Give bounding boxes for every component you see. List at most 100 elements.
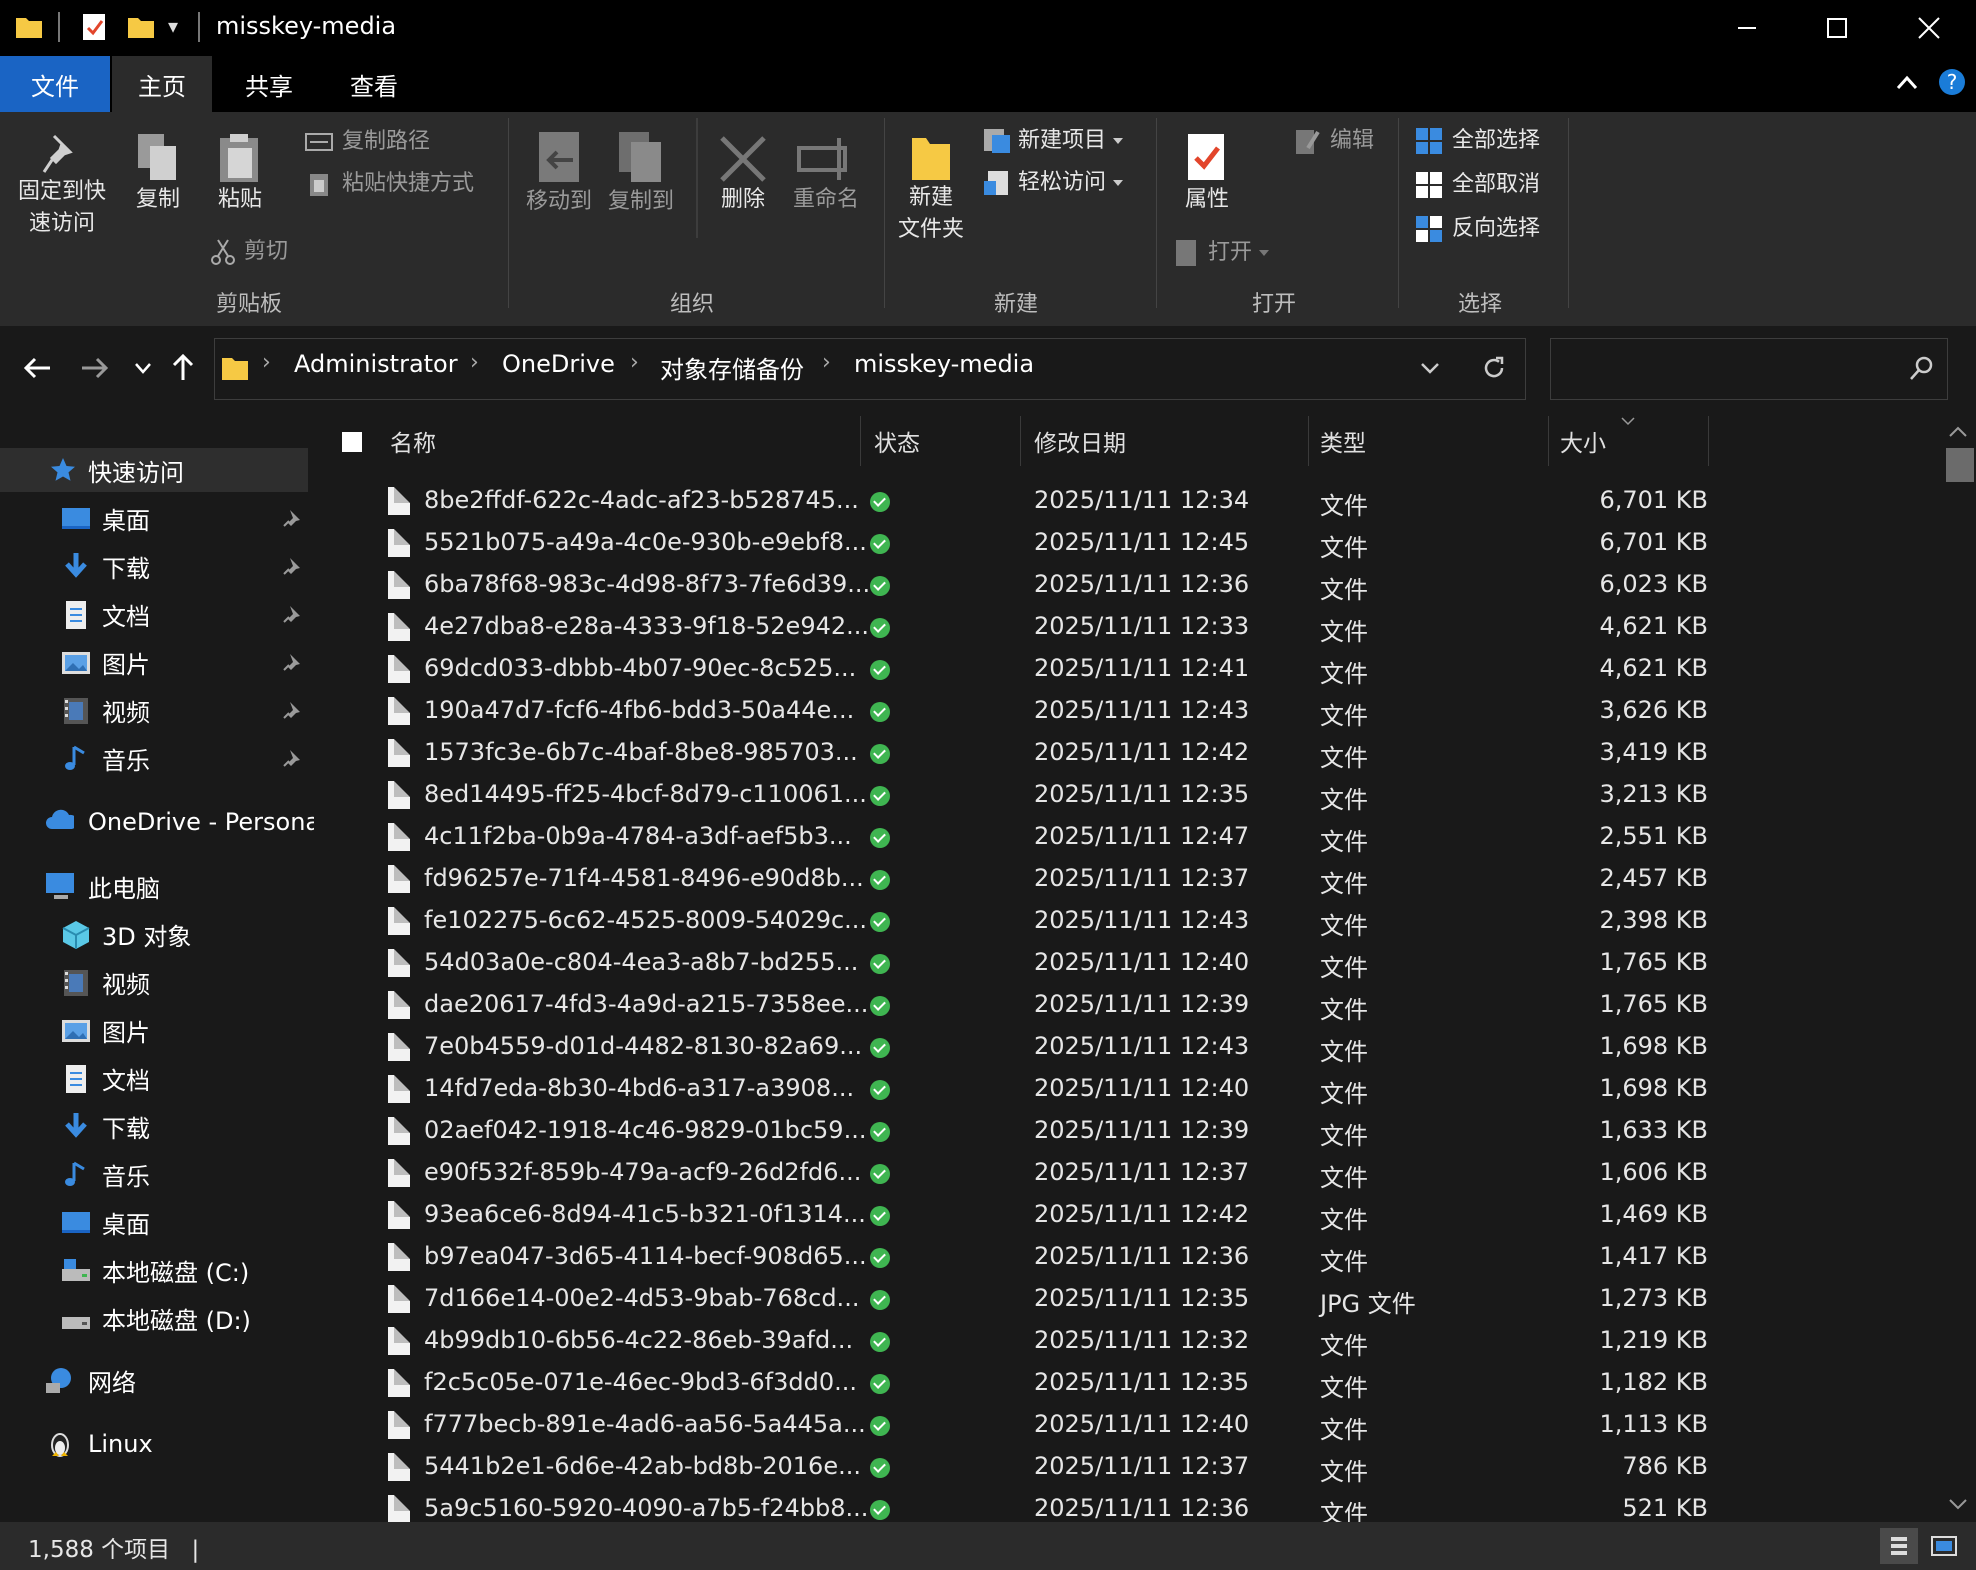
file-row[interactable]: 6ba78f68-983c-4d98-8f73-7fe6d39... 2025/1… <box>314 564 1934 606</box>
column-divider[interactable] <box>1548 416 1549 466</box>
breadcrumb-onedrive[interactable]: OneDrive <box>502 350 615 378</box>
sidebar-item-drive-c[interactable]: 本地磁盘 (C:) <box>0 1248 312 1292</box>
column-divider[interactable] <box>860 416 861 466</box>
file-row[interactable]: 4b99db10-6b56-4c22-86eb-39afd... 2025/11/… <box>314 1320 1934 1362</box>
file-row[interactable]: 7d166e14-00e2-4d53-9bab-768cd... 2025/11/… <box>314 1278 1934 1320</box>
file-row[interactable]: fe102275-6c62-4525-8009-54029c... 2025/11… <box>314 900 1934 942</box>
pin-icon[interactable] <box>282 700 302 720</box>
large-icons-view-button[interactable] <box>1924 1528 1964 1564</box>
recent-locations-icon[interactable] <box>134 362 152 374</box>
quick-access-dropdown[interactable]: ▾ <box>168 14 178 38</box>
breadcrumb-separator[interactable]: › <box>262 350 271 375</box>
select-none-button[interactable]: 全部取消 <box>1414 168 1540 202</box>
sidebar-item-video[interactable]: 视频 <box>0 960 312 1004</box>
up-arrow-icon[interactable] <box>170 352 196 382</box>
scroll-up-arrow-icon[interactable] <box>1948 424 1968 438</box>
file-row[interactable]: dae20617-4fd3-4a9d-a215-7358ee... 2025/11… <box>314 984 1934 1026</box>
column-header-status[interactable]: 状态 <box>874 416 1014 466</box>
cut-button[interactable]: 剪切 <box>210 236 288 268</box>
forward-arrow-icon[interactable] <box>80 356 110 380</box>
file-row[interactable]: e90f532f-859b-479a-acf9-26d2fd6... 2025/1… <box>314 1152 1934 1194</box>
file-row[interactable]: 5441b2e1-6d6e-42ab-bd8b-2016e... 2025/11/… <box>314 1446 1934 1488</box>
search-icon[interactable] <box>1908 354 1936 382</box>
paste-shortcut-button[interactable]: 粘贴快捷方式 <box>304 168 474 200</box>
column-divider[interactable] <box>1020 416 1021 466</box>
column-header-modified[interactable]: 修改日期 <box>1034 416 1304 466</box>
back-arrow-icon[interactable] <box>22 356 52 380</box>
delete-button[interactable]: 删除 <box>708 126 778 256</box>
sidebar-item-linux[interactable]: Linux <box>0 1422 312 1466</box>
sidebar-item-video[interactable]: 视频 <box>0 688 312 732</box>
file-row[interactable]: 8ed14495-ff25-4bcf-8d79-c110061... 2025/1… <box>314 774 1934 816</box>
sidebar-item-drive-d[interactable]: 本地磁盘 (D:) <box>0 1296 312 1340</box>
sidebar-item-picture[interactable]: 图片 <box>0 640 312 684</box>
maximize-button[interactable] <box>1802 6 1872 50</box>
sidebar-item-document[interactable]: 文档 <box>0 1056 312 1100</box>
breadcrumb-administrator[interactable]: Administrator <box>294 350 458 378</box>
file-row[interactable]: 5a9c5160-5920-4090-a7b5-f24bb8... 2025/11… <box>314 1488 1934 1522</box>
file-row[interactable]: 8be2ffdf-622c-4adc-af23-b528745... 2025/1… <box>314 480 1934 522</box>
breadcrumb-current-folder[interactable]: misskey-media <box>854 350 1034 378</box>
search-input[interactable] <box>1550 338 1948 400</box>
scroll-down-arrow-icon[interactable] <box>1948 1498 1968 1512</box>
pin-icon[interactable] <box>282 652 302 672</box>
file-row[interactable]: f2c5c05e-071e-46ec-9bd3-6f3dd0... 2025/11… <box>314 1362 1934 1404</box>
sidebar-item-desktop[interactable]: 桌面 <box>0 496 312 540</box>
help-icon[interactable]: ? <box>1938 68 1966 96</box>
column-divider[interactable] <box>1308 416 1309 466</box>
pin-icon[interactable] <box>282 508 302 528</box>
tab-file[interactable]: 文件 <box>0 56 110 112</box>
new-folder-button[interactable]: 新建 文件夹 <box>888 126 974 266</box>
sidebar-item-picture[interactable]: 图片 <box>0 1008 312 1052</box>
column-divider[interactable] <box>1708 416 1709 466</box>
breadcrumb-separator[interactable]: › <box>630 350 639 375</box>
breadcrumb-separator[interactable]: › <box>470 350 479 375</box>
rename-button[interactable]: 重命名 <box>786 126 866 256</box>
file-row[interactable]: 4e27dba8-e28a-4333-9f18-52e942... 2025/11… <box>314 606 1934 648</box>
sidebar-item-document[interactable]: 文档 <box>0 592 312 636</box>
sidebar-item-desktop[interactable]: 桌面 <box>0 1200 312 1244</box>
copy-button[interactable]: 复制 <box>124 126 192 236</box>
scrollbar-thumb[interactable] <box>1946 448 1974 482</box>
tab-share[interactable]: 共享 <box>214 56 324 112</box>
copy-path-button[interactable]: 复制路径 <box>304 126 430 158</box>
paste-button[interactable]: 粘贴 <box>206 126 274 236</box>
sidebar-item-this-pc[interactable]: 此电脑 <box>0 864 312 908</box>
pin-icon[interactable] <box>282 748 302 768</box>
pin-to-quick-access-button[interactable]: 固定到快 速访问 <box>10 126 114 266</box>
file-row[interactable]: 4c11f2ba-0b9a-4784-a3df-aef5b3... 2025/11… <box>314 816 1934 858</box>
refresh-icon[interactable] <box>1480 354 1508 382</box>
minimize-button[interactable] <box>1712 6 1782 50</box>
breadcrumb-storage-backup[interactable]: 对象存储备份 <box>660 350 804 385</box>
sidebar-item-music[interactable]: 音乐 <box>0 1152 312 1196</box>
file-row[interactable]: 93ea6ce6-8d94-41c5-b321-0f1314... 2025/11… <box>314 1194 1934 1236</box>
file-row[interactable]: 69dcd033-dbbb-4b07-90ec-8c525... 2025/11/… <box>314 648 1934 690</box>
sidebar-item-music[interactable]: 音乐 <box>0 736 312 780</box>
copy-to-button[interactable]: 复制到 <box>602 126 680 256</box>
select-all-button[interactable]: 全部选择 <box>1414 124 1540 158</box>
open-button[interactable]: 打开 <box>1174 236 1270 270</box>
file-row[interactable]: 5521b075-a49a-4c0e-930b-e9ebf8... 2025/11… <box>314 522 1934 564</box>
sidebar-item-quick-access[interactable]: 快速访问 <box>0 448 312 492</box>
move-to-button[interactable]: 移动到 <box>520 126 598 256</box>
file-row[interactable]: fd96257e-71f4-4581-8496-e90d8b... 2025/11… <box>314 858 1934 900</box>
close-button[interactable] <box>1894 6 1964 50</box>
column-header-type[interactable]: 类型 <box>1320 416 1540 466</box>
sidebar-item-onedrive[interactable]: OneDrive - Persona <box>0 800 320 844</box>
collapse-ribbon-icon[interactable] <box>1896 72 1918 92</box>
breadcrumb-separator[interactable]: › <box>822 350 831 375</box>
tab-view[interactable]: 查看 <box>324 56 424 112</box>
edit-button[interactable]: 编辑 <box>1294 124 1374 158</box>
file-row[interactable]: 14fd7eda-8b30-4bd6-a317-a3908... 2025/11/… <box>314 1068 1934 1110</box>
column-header-name[interactable]: 名称 <box>390 416 860 466</box>
file-row[interactable]: b97ea047-3d65-4114-becf-908d65... 2025/11… <box>314 1236 1934 1278</box>
folder-icon[interactable] <box>14 12 44 42</box>
file-row[interactable]: f777becb-891e-4ad6-aa56-5a445a... 2025/11… <box>314 1404 1934 1446</box>
sidebar-item-3d-objects[interactable]: 3D 对象 <box>0 912 312 956</box>
tab-home[interactable]: 主页 <box>112 56 212 112</box>
file-row[interactable]: 54d03a0e-c804-4ea3-a8b7-bd255... 2025/11/… <box>314 942 1934 984</box>
file-row[interactable]: 1573fc3e-6b7c-4baf-8be8-985703... 2025/11… <box>314 732 1934 774</box>
details-view-button[interactable] <box>1880 1528 1918 1564</box>
file-row[interactable]: 190a47d7-fcf6-4fb6-bdd3-50a44e... 2025/11… <box>314 690 1934 732</box>
new-item-button[interactable]: 新建项目 <box>982 124 1124 158</box>
